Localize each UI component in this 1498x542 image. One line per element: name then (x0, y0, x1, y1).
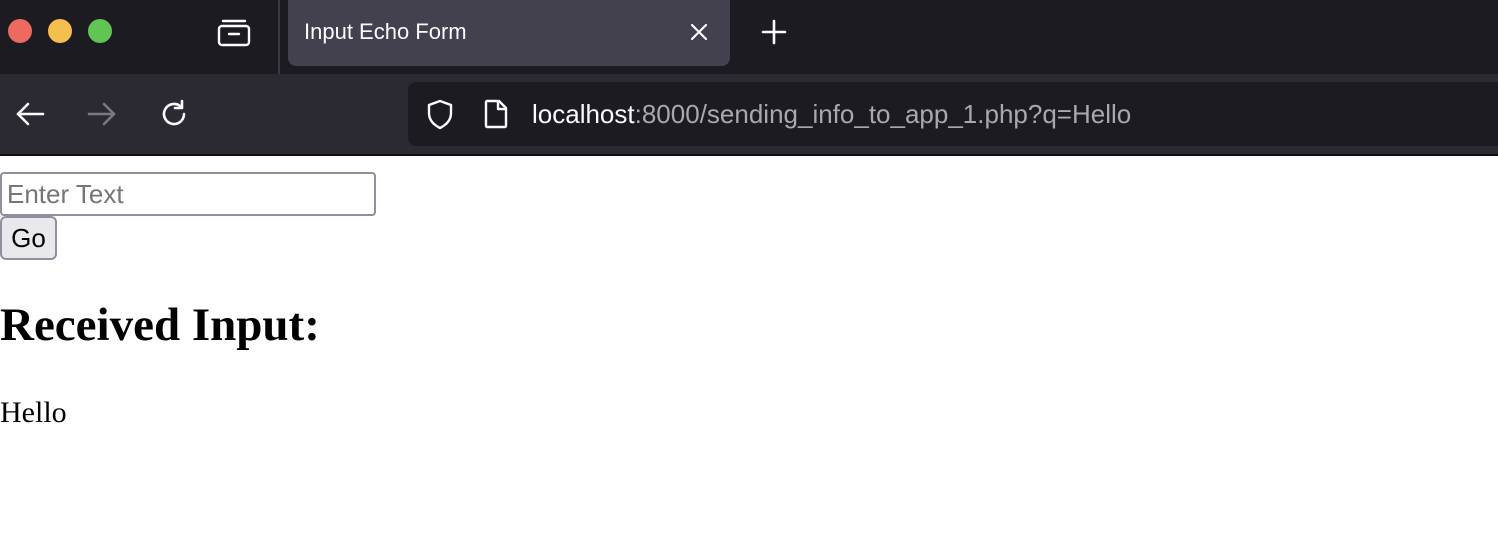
navigation-toolbar: localhost:8000/sending_info_to_app_1.php… (0, 74, 1498, 154)
minimize-window-icon[interactable] (48, 19, 72, 43)
go-button[interactable]: Go (0, 216, 57, 260)
reload-icon (162, 99, 186, 126)
arrow-left-icon (16, 102, 45, 126)
received-input-text: Hello (0, 396, 67, 429)
close-icon (690, 23, 708, 41)
tab-overview-button[interactable] (214, 14, 254, 50)
forward-button[interactable] (84, 96, 120, 132)
close-window-icon[interactable] (8, 19, 32, 43)
tab-strip: Input Echo Form (0, 0, 1498, 74)
url-path: :8000/sending_info_to_app_1.php?q=Hello (634, 99, 1132, 129)
tab-divider (278, 0, 280, 74)
page-content: Go Received Input: Hello (0, 156, 1498, 542)
shield-icon (427, 99, 453, 130)
plus-icon (761, 19, 787, 45)
site-info-button[interactable] (480, 98, 512, 130)
arrow-right-icon (87, 102, 116, 126)
reload-button[interactable] (156, 96, 192, 132)
back-button[interactable] (12, 96, 48, 132)
url-host: localhost (532, 99, 635, 129)
tab-title: Input Echo Form (304, 19, 467, 44)
new-tab-button[interactable] (756, 14, 792, 50)
tracking-protection-button[interactable] (424, 98, 456, 130)
text-input[interactable] (0, 172, 376, 216)
tab-active[interactable]: Input Echo Form (288, 0, 730, 66)
page-heading: Received Input: (0, 299, 320, 351)
maximize-window-icon[interactable] (88, 19, 112, 43)
tab-close-button[interactable] (686, 19, 712, 45)
tab-overview-icon (217, 19, 251, 47)
page-icon (484, 99, 508, 129)
url-text[interactable]: localhost:8000/sending_info_to_app_1.php… (532, 99, 1131, 130)
address-bar[interactable]: localhost:8000/sending_info_to_app_1.php… (408, 82, 1498, 146)
